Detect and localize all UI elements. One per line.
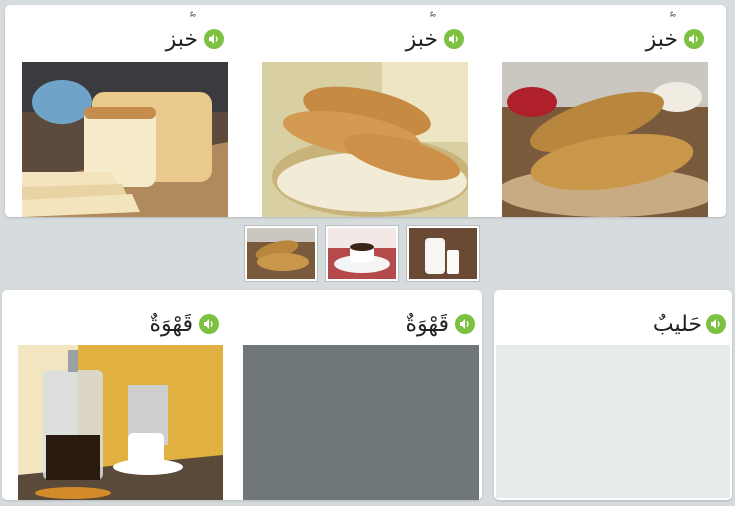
speaker-icon[interactable]: [444, 29, 464, 49]
diacritic-marks: ٌ ّ ْ: [669, 15, 675, 25]
word-label: قَهْوَةٌ: [405, 312, 449, 337]
bread-loaf-photo: [22, 62, 228, 217]
word-label: خبز: [165, 27, 198, 52]
speaker-icon[interactable]: [199, 314, 219, 334]
card-header: قَهْوَةٌ: [243, 290, 479, 346]
drop-slot-empty[interactable]: [496, 345, 730, 498]
speaker-icon[interactable]: [706, 314, 726, 334]
diacritic-marks: ٌ ّ ْ: [189, 15, 195, 25]
card-header: قَهْوَةٌ: [18, 290, 223, 346]
speaker-icon[interactable]: [204, 29, 224, 49]
card-coffee-2[interactable]: قَهْوَةٌ: [243, 290, 479, 500]
top-row-panel: ٌ ّ ْ خبز ٌ ّ ْ خبز ٌ ّ ْ خبز: [5, 5, 726, 217]
word-label: قَهْوَةٌ: [149, 312, 193, 337]
word-label: حَليبٌ: [652, 312, 702, 337]
speaker-icon[interactable]: [455, 314, 475, 334]
card-header: حَليبٌ: [494, 290, 732, 346]
baguettes-photo: [502, 62, 708, 217]
speaker-icon[interactable]: [684, 29, 704, 49]
choice-milk-thumbnail[interactable]: [407, 226, 479, 281]
bottom-right-panel: حَليبٌ: [494, 290, 732, 500]
word-label: خبز: [645, 27, 678, 52]
card-header: ٌ ّ ْ خبز: [502, 5, 708, 61]
card-header: ٌ ّ ْ خبز: [22, 5, 228, 61]
card-bread-1[interactable]: ٌ ّ ْ خبز: [22, 5, 228, 217]
word-label: خبز: [405, 27, 438, 52]
choice-bread-thumbnail[interactable]: [245, 226, 317, 281]
diacritic-marks: ٌ ّ ْ: [429, 15, 435, 25]
card-bread-2[interactable]: ٌ ّ ْ خبز: [262, 5, 468, 217]
bread-basket-photo: [262, 62, 468, 217]
drop-slot-empty[interactable]: [243, 345, 479, 500]
french-press-photo: [18, 345, 223, 500]
card-bread-3[interactable]: ٌ ّ ْ خبز: [502, 5, 708, 217]
choice-coffee-thumbnail[interactable]: [326, 226, 398, 281]
card-coffee-1[interactable]: قَهْوَةٌ: [18, 290, 223, 500]
card-header: ٌ ّ ْ خبز: [262, 5, 468, 61]
bottom-left-panel: قَهْوَةٌ قَهْوَةٌ: [2, 290, 482, 500]
card-milk[interactable]: حَليبٌ: [494, 290, 732, 500]
